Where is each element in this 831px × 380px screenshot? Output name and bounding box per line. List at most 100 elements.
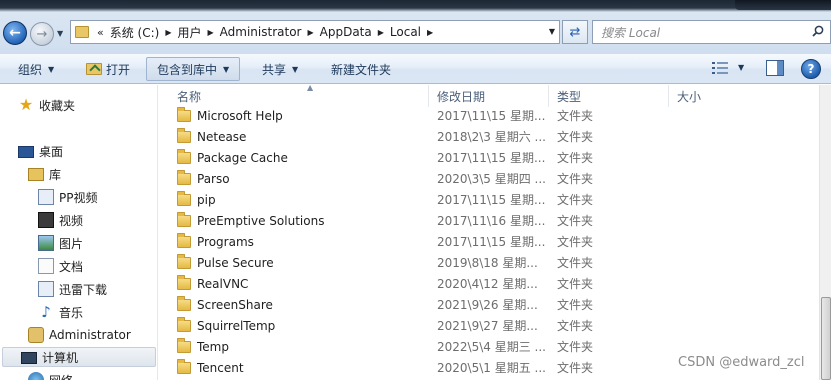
nav-item-videos[interactable]: 视频 bbox=[38, 210, 83, 230]
nav-label: 图片 bbox=[59, 236, 84, 251]
new-folder-label: 新建文件夹 bbox=[331, 62, 392, 77]
open-folder-icon bbox=[86, 63, 102, 75]
file-date: 2017\11\15 星期... bbox=[437, 235, 546, 249]
file-row[interactable]: Package Cache 2017\11\15 星期... 文件夹 bbox=[159, 147, 819, 168]
nav-item-network[interactable]: 网络 bbox=[28, 370, 73, 380]
user-folder-icon bbox=[28, 327, 44, 343]
nav-label: 迅雷下载 bbox=[59, 282, 108, 297]
breadcrumb-segment[interactable]: Administrator bbox=[220, 25, 302, 39]
breadcrumb-segment[interactable]: Local bbox=[390, 25, 421, 39]
file-row[interactable]: Microsoft Help 2017\11\15 星期... 文件夹 bbox=[159, 105, 819, 126]
nav-item-desktop[interactable]: 桌面 bbox=[18, 141, 63, 161]
file-row[interactable]: ScreenShare 2021\9\26 星期... 文件夹 bbox=[159, 294, 819, 315]
file-type: 文件夹 bbox=[557, 277, 594, 291]
download-folder-icon bbox=[38, 281, 54, 297]
file-row[interactable]: Programs 2017\11\15 星期... 文件夹 bbox=[159, 231, 819, 252]
nav-item-pp-video[interactable]: PP视频 bbox=[38, 187, 97, 207]
nav-label: 音乐 bbox=[59, 305, 84, 320]
watermark: CSDN @edward_zcl bbox=[678, 355, 805, 370]
organize-label: 组织 bbox=[18, 62, 43, 77]
search-icon[interactable] bbox=[812, 25, 824, 37]
window-controls[interactable] bbox=[735, 0, 831, 10]
nav-item-administrator[interactable]: Administrator bbox=[28, 325, 131, 345]
share-button[interactable]: 共享 ▼ bbox=[256, 57, 304, 81]
new-folder-button[interactable]: 新建文件夹 bbox=[325, 57, 397, 81]
vertical-scrollbar[interactable] bbox=[819, 85, 831, 380]
open-button[interactable]: 打开 bbox=[80, 57, 136, 81]
file-name: RealVNC bbox=[197, 276, 249, 291]
sort-ascending-icon: ▲ bbox=[307, 85, 314, 92]
folder-icon bbox=[177, 316, 191, 332]
breadcrumb-segment[interactable]: 系统 (C:) bbox=[110, 24, 160, 41]
recent-pages-dropdown[interactable]: ▼ bbox=[57, 29, 67, 39]
column-header-modified[interactable]: 修改日期 bbox=[429, 85, 549, 107]
chevron-down-icon: ▼ bbox=[223, 64, 230, 74]
file-type: 文件夹 bbox=[557, 193, 594, 207]
file-type: 文件夹 bbox=[557, 319, 594, 333]
file-date: 2018\2\3 星期六 ... bbox=[437, 130, 546, 144]
nav-label: 桌面 bbox=[39, 144, 64, 159]
search-input[interactable]: 搜索 Local bbox=[592, 20, 831, 44]
file-row[interactable]: Netease 2018\2\3 星期六 ... 文件夹 bbox=[159, 126, 819, 147]
include-in-library-button[interactable]: 包含到库中 ▼ bbox=[146, 57, 241, 81]
file-name: ScreenShare bbox=[197, 297, 273, 312]
file-row[interactable]: pip 2017\11\15 星期... 文件夹 bbox=[159, 189, 819, 210]
file-name: PreEmptive Solutions bbox=[197, 213, 325, 228]
command-bar: 组织 ▼ 打开 包含到库中 ▼ 共享 ▼ 新建文件夹 ▼ ? bbox=[0, 54, 831, 84]
file-row[interactable]: Pulse Secure 2019\8\18 星期... 文件夹 bbox=[159, 252, 819, 273]
file-name: Microsoft Help bbox=[197, 108, 283, 123]
nav-item-libraries[interactable]: 库 bbox=[28, 164, 61, 184]
folder-icon bbox=[177, 295, 191, 311]
nav-item-music[interactable]: ♪ 音乐 bbox=[38, 302, 83, 322]
nav-label: PP视频 bbox=[59, 190, 98, 205]
refresh-button[interactable]: ⇄ bbox=[562, 20, 588, 44]
chevron-right-icon[interactable]: ▶ bbox=[208, 28, 214, 37]
back-button[interactable]: ← bbox=[3, 21, 27, 45]
folder-icon bbox=[177, 190, 191, 206]
address-bar-area: ← → ▼ « 系统 (C:) ▶ 用户 ▶ Administrator ▶ A… bbox=[0, 0, 831, 54]
nav-item-documents[interactable]: 文档 bbox=[38, 256, 83, 276]
column-header-size[interactable]: 大小 bbox=[669, 85, 819, 107]
chevron-down-icon[interactable]: ▼ bbox=[738, 63, 744, 72]
preview-pane-icon[interactable] bbox=[766, 60, 784, 76]
view-options-icon[interactable] bbox=[712, 62, 728, 74]
file-type: 文件夹 bbox=[557, 214, 594, 228]
chevron-right-icon[interactable]: ▶ bbox=[378, 28, 384, 37]
file-type: 文件夹 bbox=[557, 172, 594, 186]
chevron-right-icon[interactable]: ▶ bbox=[165, 28, 171, 37]
breadcrumb-segment[interactable]: AppData bbox=[320, 25, 372, 39]
file-type: 文件夹 bbox=[557, 109, 594, 123]
folder-icon bbox=[177, 253, 191, 269]
chevron-right-icon[interactable]: ▶ bbox=[427, 28, 433, 37]
music-note-icon: ♪ bbox=[41, 303, 51, 321]
picture-icon bbox=[38, 235, 54, 251]
file-date: 2021\9\26 星期... bbox=[437, 298, 538, 312]
include-in-library-label: 包含到库中 bbox=[157, 62, 218, 77]
column-header-type[interactable]: 类型 bbox=[549, 85, 669, 107]
scrollbar-thumb[interactable] bbox=[821, 297, 831, 380]
document-icon bbox=[38, 258, 54, 274]
file-row[interactable]: SquirrelTemp 2021\9\27 星期... 文件夹 bbox=[159, 315, 819, 336]
help-icon[interactable]: ? bbox=[801, 59, 821, 79]
nav-item-xunlei[interactable]: 迅雷下载 bbox=[38, 279, 107, 299]
nav-item-pictures[interactable]: 图片 bbox=[38, 233, 83, 253]
folder-icon bbox=[177, 169, 191, 185]
column-label: 修改日期 bbox=[437, 89, 486, 104]
forward-button[interactable]: → bbox=[30, 22, 54, 46]
breadcrumb-segment[interactable]: 用户 bbox=[178, 24, 202, 41]
organize-button[interactable]: 组织 ▼ bbox=[12, 57, 60, 81]
file-name: Temp bbox=[197, 339, 229, 354]
file-row[interactable]: PreEmptive Solutions 2017\11\16 星期... 文件… bbox=[159, 210, 819, 231]
address-dropdown-icon[interactable]: ▼ bbox=[549, 27, 555, 36]
nav-item-favorites[interactable]: ★ 收藏夹 bbox=[18, 95, 75, 115]
column-label: 名称 bbox=[177, 89, 202, 104]
nav-item-computer[interactable]: 计算机 bbox=[2, 347, 156, 367]
file-row[interactable]: Parso 2020\3\5 星期四 ... 文件夹 bbox=[159, 168, 819, 189]
address-input[interactable]: « 系统 (C:) ▶ 用户 ▶ Administrator ▶ AppData… bbox=[70, 20, 560, 44]
chevron-right-icon[interactable]: ▶ bbox=[307, 28, 313, 37]
chevron-down-icon: ▼ bbox=[48, 64, 55, 74]
column-header-name[interactable]: 名称 ▲ bbox=[169, 85, 429, 107]
overflow-chevron[interactable]: « bbox=[97, 26, 104, 39]
file-row[interactable]: RealVNC 2020\4\12 星期... 文件夹 bbox=[159, 273, 819, 294]
file-row[interactable]: Temp 2022\5\4 星期三 ... 文件夹 bbox=[159, 336, 819, 357]
